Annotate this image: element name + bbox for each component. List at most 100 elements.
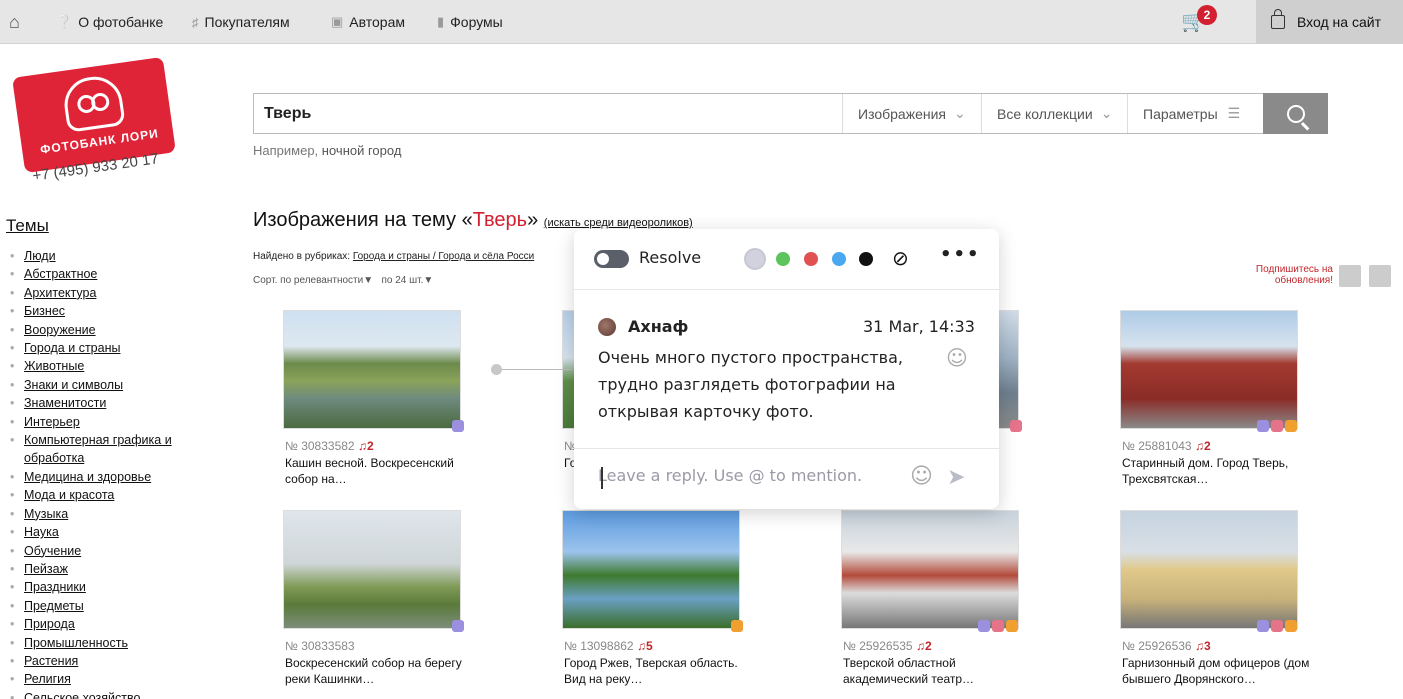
- basket-count-icon: ♫: [915, 639, 925, 653]
- theme-item[interactable]: Промышленность: [10, 634, 190, 653]
- resolve-toggle[interactable]: [594, 250, 629, 268]
- location-badge-icon: [452, 620, 464, 632]
- comment-connector: [497, 369, 572, 370]
- emoji-picker-icon[interactable]: ☺: [910, 464, 933, 489]
- theme-item[interactable]: Животные: [10, 357, 190, 376]
- text-cursor: [601, 467, 603, 489]
- release-badge-icon: [1271, 620, 1283, 632]
- theme-item[interactable]: Обучение: [10, 542, 190, 561]
- photo-thumbnail[interactable]: [283, 310, 461, 429]
- sort-select[interactable]: Сорт. по релевантности▼: [253, 275, 373, 286]
- location-badge-icon: [1257, 620, 1269, 632]
- photo-thumbnail[interactable]: [1120, 510, 1298, 629]
- avatar: [598, 318, 616, 336]
- photo-badges: [1010, 420, 1022, 433]
- chevron-down-icon: ⌄: [1100, 105, 1113, 121]
- color-swatch-black[interactable]: [859, 252, 873, 266]
- photo-thumbnail[interactable]: [1120, 310, 1298, 429]
- photo-badges: [452, 420, 464, 433]
- basket-count-icon: ♫: [1194, 439, 1204, 453]
- home-icon[interactable]: ⌂: [9, 0, 20, 44]
- photo-badges: [1257, 620, 1297, 633]
- color-swatch-gray[interactable]: [744, 248, 766, 270]
- theme-item[interactable]: Города и страны: [10, 339, 190, 358]
- theme-item[interactable]: Пейзаж: [10, 560, 190, 579]
- location-badge-icon: [452, 420, 464, 432]
- hint-link[interactable]: ночной город: [322, 143, 402, 158]
- nav-buyers[interactable]: ♯ Покупателям: [192, 0, 290, 44]
- theme-item[interactable]: Религия: [10, 670, 190, 689]
- basket-count-icon: ♫: [1194, 639, 1204, 653]
- theme-item[interactable]: Бизнес: [10, 302, 190, 321]
- editorial-badge-icon: [1006, 620, 1018, 632]
- photo-title[interactable]: Гарнизонный дом офицеров (дом бывшего Дв…: [1122, 655, 1312, 687]
- photo-title[interactable]: Кашин весной. Воскресенский собор на…: [285, 455, 475, 487]
- photo-thumbnail[interactable]: [283, 510, 461, 629]
- rss-icon[interactable]: [1369, 265, 1391, 287]
- photo-badges: [452, 620, 464, 633]
- photo-title[interactable]: Город Ржев, Тверская область. Вид на рек…: [564, 655, 754, 687]
- theme-item[interactable]: Люди: [10, 247, 190, 266]
- photo-thumbnail[interactable]: [562, 510, 740, 629]
- collections-select[interactable]: Все коллекции ⌄: [981, 94, 1127, 133]
- themes-title[interactable]: Темы: [6, 216, 49, 236]
- color-swatch-blue[interactable]: [832, 252, 846, 266]
- search-input[interactable]: Тверь: [264, 105, 311, 123]
- chat-icon: ▮: [437, 14, 445, 29]
- theme-item[interactable]: Мода и красота: [10, 486, 190, 505]
- theme-item[interactable]: Предметы: [10, 597, 190, 616]
- color-swatch-red[interactable]: [804, 252, 818, 266]
- category-link[interactable]: Города и страны / Города и сёла Росси: [353, 251, 534, 262]
- editorial-badge-icon: [731, 620, 743, 632]
- theme-item[interactable]: Знаменитости: [10, 394, 190, 413]
- comment-date: 31 Mar, 14:33: [863, 317, 975, 336]
- theme-item[interactable]: Медицина и здоровье: [10, 468, 190, 487]
- add-reaction-icon[interactable]: ☺: [946, 346, 968, 370]
- photo-meta: № 13098862 ♫5: [564, 639, 653, 653]
- top-navigation-bar: ⌂ ❔ О фотобанке ♯ Покупателям ▣ Авторам ▮ Фо…: [0, 0, 1403, 44]
- color-swatch-green[interactable]: [776, 252, 790, 266]
- type-select[interactable]: Изображения ⌄: [842, 94, 982, 133]
- comment-anchor-pin[interactable]: [491, 364, 502, 375]
- photo-title[interactable]: Старинный дом. Город Тверь, Трехсвятская…: [1122, 455, 1312, 487]
- theme-item[interactable]: Растения: [10, 652, 190, 671]
- reply-input[interactable]: [598, 466, 883, 485]
- send-icon[interactable]: ➤: [947, 465, 965, 490]
- video-search-link[interactable]: (искать среди видеороликов): [544, 217, 693, 229]
- chevron-down-icon: ⌄: [954, 105, 966, 121]
- theme-item[interactable]: Музыка: [10, 505, 190, 524]
- nav-about[interactable]: ❔ О фотобанке: [56, 0, 163, 44]
- theme-item[interactable]: Наука: [10, 523, 190, 542]
- camera-icon: ▣: [331, 14, 344, 29]
- params-button[interactable]: Параметры ☰: [1127, 94, 1263, 133]
- question-icon: ❔: [56, 14, 73, 29]
- photo-thumbnail[interactable]: [841, 510, 1019, 629]
- subscribe-link[interactable]: Подпишитесь на обновления!: [1233, 264, 1333, 286]
- photo-title[interactable]: Воскресенский собор на берегу реки Кашин…: [285, 655, 475, 687]
- mute-notifications-icon[interactable]: ⊘: [892, 246, 909, 270]
- login-button[interactable]: Вход на сайт: [1256, 0, 1403, 44]
- theme-item[interactable]: Вооружение: [10, 321, 190, 340]
- search-bar: Тверь Изображения ⌄ Все коллекции ⌄ Параме…: [253, 93, 1328, 134]
- photo-badges: [978, 620, 1018, 633]
- theme-item[interactable]: Знаки и символы: [10, 376, 190, 395]
- theme-item[interactable]: Интерьер: [10, 413, 190, 432]
- photo-title[interactable]: Тверской областной академический театр…: [843, 655, 1033, 687]
- per-page-select[interactable]: по 24 шт.▼: [381, 275, 433, 286]
- email-icon[interactable]: [1339, 265, 1361, 287]
- theme-item[interactable]: Праздники: [10, 578, 190, 597]
- more-options-icon[interactable]: •••: [940, 244, 981, 265]
- release-badge-icon: [1010, 420, 1022, 432]
- resolve-label: Resolve: [639, 248, 702, 267]
- editorial-badge-icon: [1285, 420, 1297, 432]
- theme-item[interactable]: Абстрактное: [10, 265, 190, 284]
- search-button[interactable]: [1263, 93, 1328, 134]
- theme-item[interactable]: Компьютерная графика и обработка: [10, 431, 190, 468]
- theme-item[interactable]: Природа: [10, 615, 190, 634]
- comment-popup: Resolve ⊘ ••• Ахнаф 31 Mar, 14:33 Очень …: [574, 229, 999, 509]
- nav-forums[interactable]: ▮ Форумы: [437, 0, 503, 44]
- theme-item[interactable]: Сельское хозяйство: [10, 689, 190, 699]
- theme-item[interactable]: Архитектура: [10, 284, 190, 303]
- nav-authors[interactable]: ▣ Авторам: [331, 0, 405, 44]
- sort-controls: Сорт. по релевантности▼ по 24 шт.▼: [253, 275, 433, 286]
